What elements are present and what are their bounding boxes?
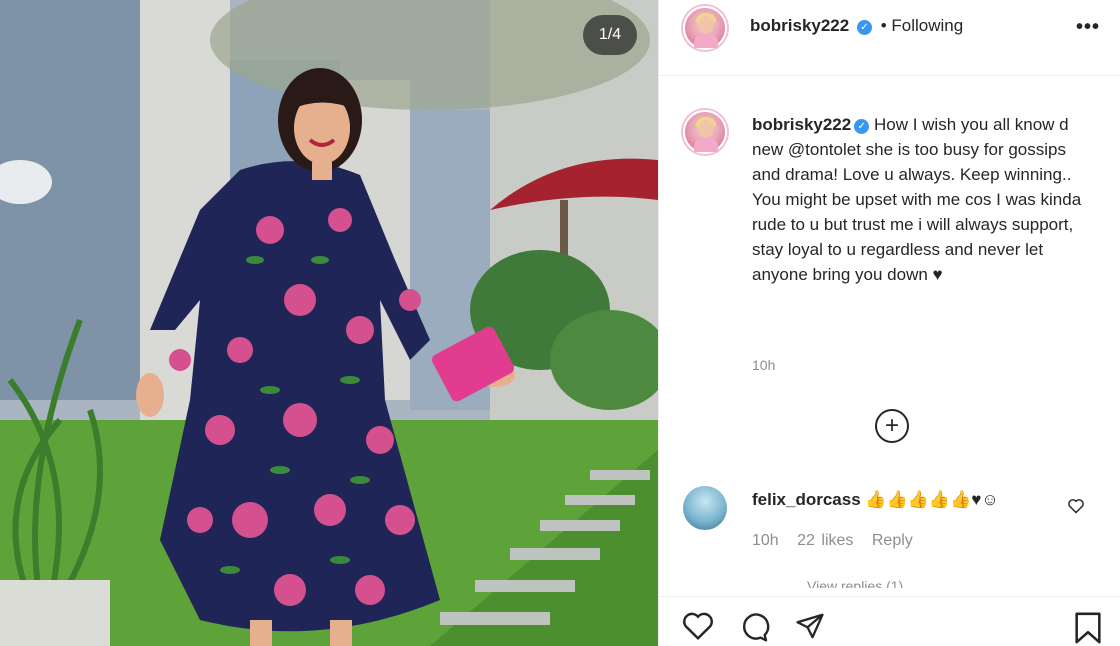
caption-body: How I wish you all know d new @tontolet … <box>752 115 1082 284</box>
view-replies-link[interactable]: View replies (1) <box>807 578 903 588</box>
header-user-line: bobrisky222 ✓ • Following <box>750 16 963 36</box>
heart-icon[interactable] <box>681 611 715 641</box>
comment-icon[interactable] <box>737 611 771 643</box>
more-options-icon[interactable]: ••• <box>1076 16 1100 39</box>
comment-like-icon[interactable] <box>1067 498 1085 514</box>
following-indicator[interactable]: • Following <box>881 16 964 35</box>
comment-reply-button[interactable]: Reply <box>872 532 913 549</box>
following-label[interactable]: Following <box>891 16 963 35</box>
action-bar <box>659 596 1120 646</box>
comment-likes[interactable]: 22 likes <box>797 532 853 549</box>
photo-illustration <box>0 0 658 646</box>
comment-time[interactable]: 10h <box>752 532 779 549</box>
post-header: bobrisky222 ✓ • Following ••• <box>659 0 1120 76</box>
comment-text-line: felix_dorcass 👍👍👍👍👍♥☺ <box>752 490 999 510</box>
commenter-avatar[interactable] <box>683 486 727 530</box>
post-timestamp[interactable]: 10h <box>752 357 775 373</box>
post-details-panel: bobrisky222 ✓ • Following ••• bobrisky22… <box>658 0 1120 646</box>
verified-icon: ✓ <box>854 119 870 134</box>
bookmark-icon[interactable] <box>1073 611 1103 645</box>
plus-icon: + <box>884 412 899 439</box>
comment-body: 👍👍👍👍👍♥☺ <box>865 490 999 509</box>
share-icon[interactable] <box>793 611 827 641</box>
author-avatar[interactable] <box>683 6 727 50</box>
caption-username[interactable]: bobrisky222 <box>752 115 851 134</box>
caption-avatar[interactable] <box>683 110 727 154</box>
author-username[interactable]: bobrisky222 <box>750 16 849 35</box>
caption-text: bobrisky222 ✓ How I wish you all know d n… <box>752 112 1097 287</box>
verified-icon: ✓ <box>856 20 872 35</box>
load-more-comments-button[interactable]: + <box>875 409 909 443</box>
carousel-counter: 1/4 <box>583 15 637 55</box>
commenter-username[interactable]: felix_dorcass <box>752 490 861 509</box>
post-photo[interactable]: 1/4 <box>0 0 658 646</box>
comment-meta: 10h 22 likes Reply <box>752 532 925 550</box>
